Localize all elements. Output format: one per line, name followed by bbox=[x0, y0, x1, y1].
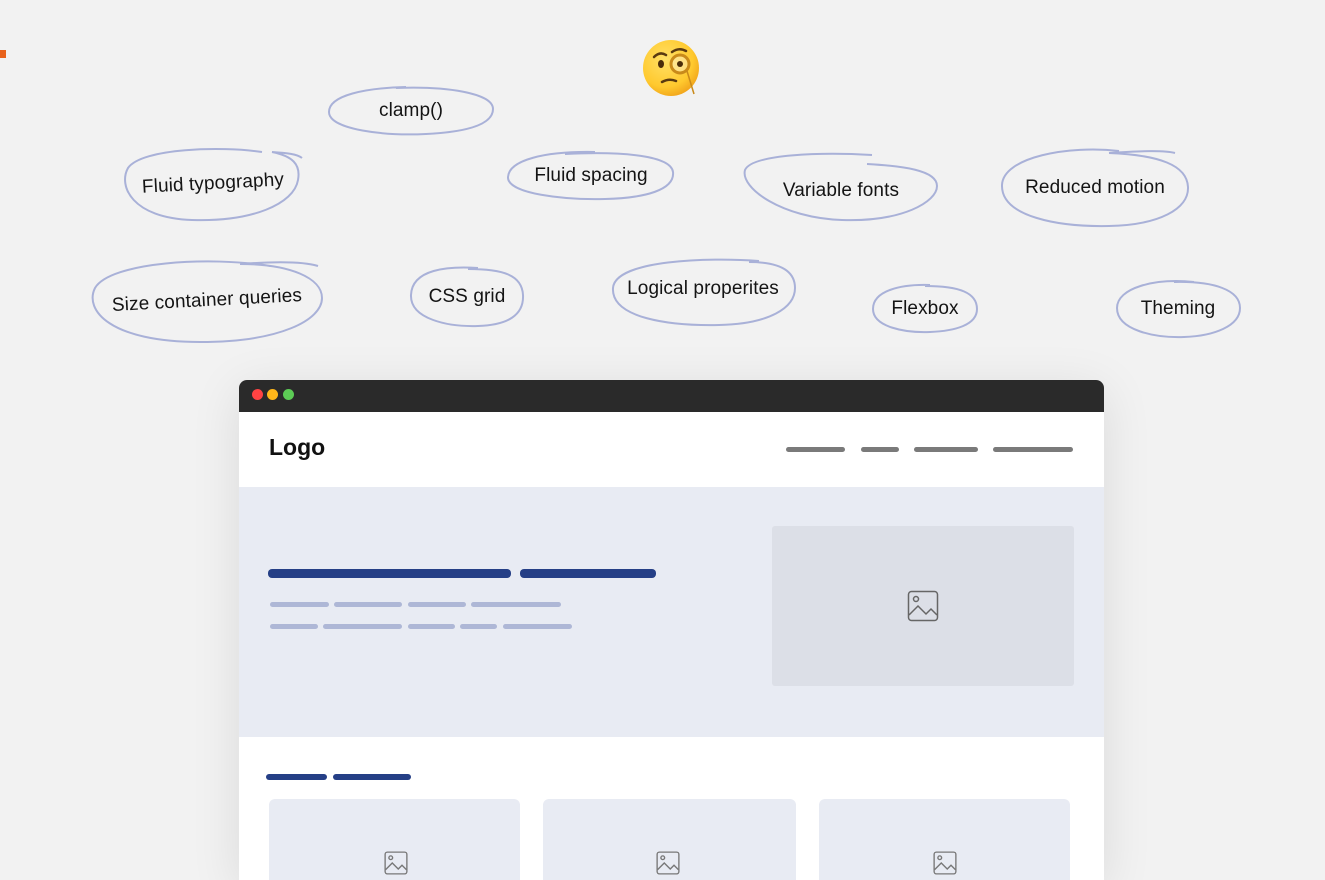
nav-link-placeholder bbox=[993, 447, 1073, 452]
hero-heading-placeholder bbox=[520, 569, 656, 578]
minimize-window-dot bbox=[267, 389, 278, 400]
concept-label: clamp() bbox=[378, 100, 444, 121]
concept-logical-properites: Logical properites bbox=[609, 258, 797, 328]
concept-css-grid: CSS grid bbox=[408, 265, 526, 329]
nav-link-placeholder bbox=[786, 447, 845, 452]
browser-titlebar bbox=[239, 380, 1104, 412]
site-logo: Logo bbox=[269, 434, 326, 460]
hero-text-placeholder bbox=[408, 624, 455, 629]
hero-text-placeholder bbox=[408, 602, 466, 607]
concept-reduced-motion: Reduced motion bbox=[999, 147, 1191, 229]
concept-label: Reduced motion bbox=[1025, 177, 1165, 198]
close-window-dot bbox=[252, 389, 263, 400]
concept-fluid-typography: Fluid typography bbox=[122, 146, 304, 222]
concept-fluid-spacing: Fluid spacing bbox=[505, 150, 677, 202]
hero-text-placeholder bbox=[270, 602, 329, 607]
concept-label: Size container queries bbox=[111, 285, 303, 316]
concept-cloud: clamp() Fluid typography Fluid spacing V… bbox=[0, 0, 1325, 360]
concept-flexbox: Flexbox bbox=[870, 283, 980, 335]
content-section bbox=[239, 737, 1104, 880]
concept-variable-fonts: Variable fonts bbox=[742, 152, 940, 222]
hero-text-placeholder bbox=[471, 602, 561, 607]
hero-section bbox=[239, 487, 1104, 737]
hero-text-placeholder bbox=[270, 624, 318, 629]
concept-size-container-queries: Size container queries bbox=[90, 258, 324, 344]
section-heading-placeholder bbox=[333, 774, 411, 780]
site-header: Logo bbox=[239, 412, 1104, 487]
concept-label: Fluid typography bbox=[141, 169, 285, 198]
concept-theming: Theming bbox=[1114, 278, 1242, 340]
hero-text-placeholder bbox=[334, 602, 402, 607]
hero-image-placeholder bbox=[772, 526, 1074, 686]
image-icon bbox=[933, 851, 957, 875]
concept-label: Theming bbox=[1140, 298, 1216, 319]
concept-label: Variable fonts bbox=[782, 180, 900, 201]
image-icon bbox=[656, 851, 680, 875]
maximize-window-dot bbox=[283, 389, 294, 400]
concept-label: Flexbox bbox=[891, 298, 959, 319]
concept-label: Logical properites bbox=[627, 278, 779, 299]
hero-text-placeholder bbox=[460, 624, 497, 629]
hero-heading-placeholder bbox=[268, 569, 511, 578]
hero-text-placeholder bbox=[323, 624, 402, 629]
nav-link-placeholder bbox=[861, 447, 899, 452]
nav-link-placeholder bbox=[914, 447, 978, 452]
hero-text-placeholder bbox=[503, 624, 572, 629]
concept-label: CSS grid bbox=[428, 286, 506, 307]
image-icon bbox=[384, 851, 408, 875]
browser-window: Logo bbox=[239, 380, 1104, 880]
image-icon bbox=[907, 590, 939, 622]
section-heading-placeholder bbox=[266, 774, 327, 780]
concept-label: Fluid spacing bbox=[534, 165, 648, 186]
concept-clamp: clamp() bbox=[326, 85, 496, 137]
